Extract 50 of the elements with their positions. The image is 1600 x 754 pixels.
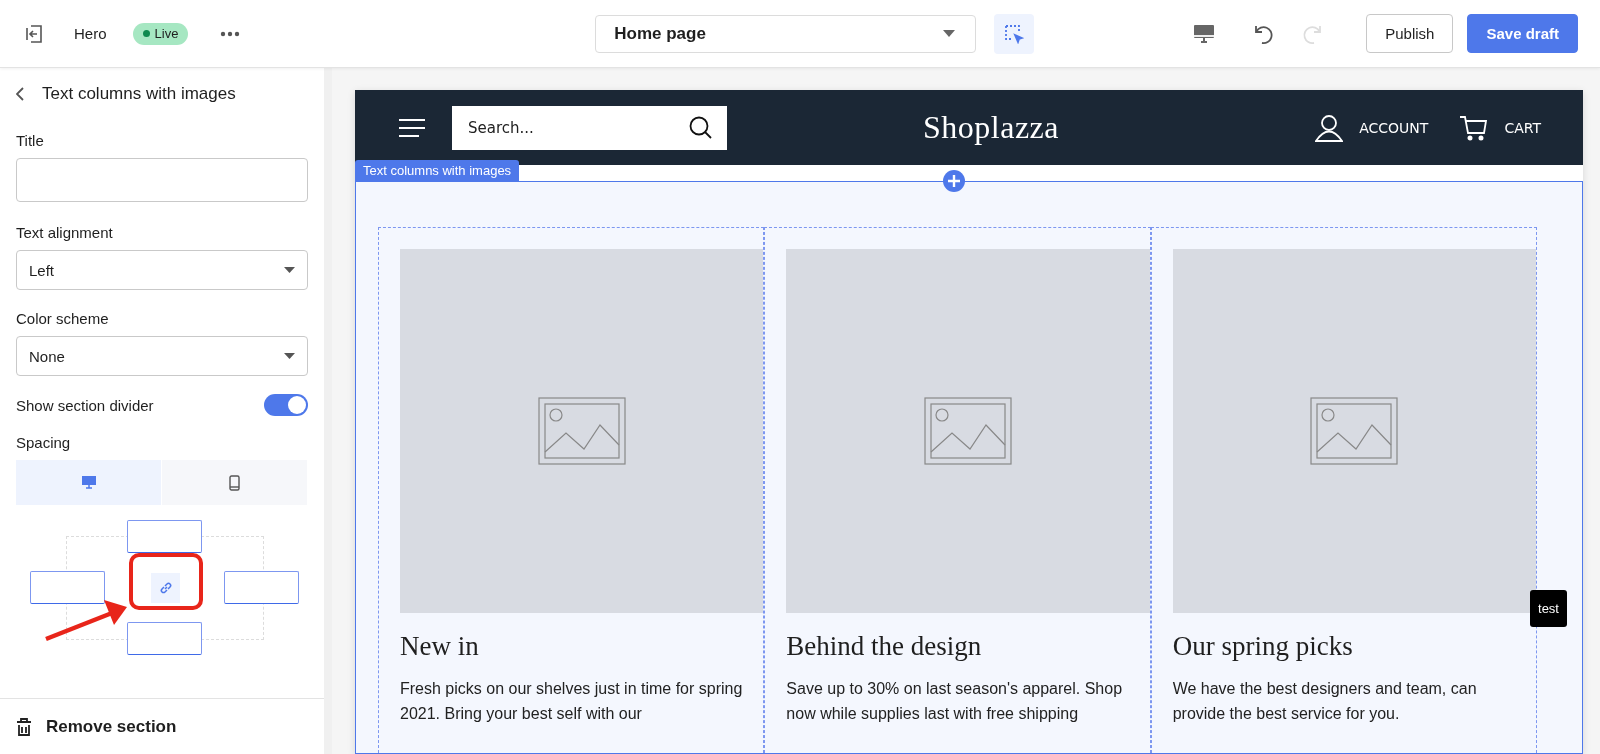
select-element-icon[interactable] [994,13,1035,54]
select-field[interactable]: Left [16,250,308,290]
panel-title: Text columns with images [42,84,236,104]
caret-icon [943,30,956,37]
bottom-spacing-field[interactable] [127,622,202,655]
column-title: Behind the design [786,631,983,662]
link-button[interactable] [151,573,180,603]
add-section-icon[interactable] [943,170,965,192]
field-label: Spacing [16,434,72,451]
column-text: Fresh picks on our shelves just in time for spring 2021. Bring your best self with our [400,679,744,724]
column-title: New in [400,631,480,662]
left-spacing-field[interactable] [30,571,105,604]
title-field[interactable] [16,158,308,202]
field-label: Color scheme [16,310,110,327]
cart-link[interactable]: CART [1460,113,1541,142]
caret-icon [284,353,295,359]
toggle-label: Show section divider [16,396,154,414]
menu-icon[interactable] [399,117,425,138]
publish-button[interactable]: Publish [1366,14,1454,53]
right-spacing-field[interactable] [224,571,299,604]
save-draft-button[interactable]: Save draft [1467,14,1578,53]
theme-name: Hero [74,25,107,42]
column-text: We have the best designers and team, can provide the best service for you. [1172,679,1478,724]
column-title: Our spring picks [1172,631,1354,662]
select-field[interactable]: None [16,336,308,376]
status-badge: Live [132,22,189,45]
image-placeholder-icon [537,397,626,465]
link-icon [158,581,173,595]
page-select[interactable]: Home page [595,14,977,53]
account-icon [1315,113,1344,142]
tooltip: test [1530,590,1567,627]
desktop-tab[interactable] [16,460,162,505]
column-text: Save up to 30% on last season's apparel. Shop now while supplies last with free shipping [786,679,1124,724]
back-icon[interactable] [16,87,24,101]
caret-icon [284,267,295,273]
top-spacing-field[interactable] [127,520,202,553]
toggle-switch[interactable] [264,394,308,416]
image-placeholder-icon [1310,397,1399,465]
trash-icon [16,717,32,736]
field-label: Text alignment [16,224,114,241]
image-placeholder-icon [924,397,1012,465]
section-tag: Text columns with images [355,160,520,181]
phone-icon [229,474,240,491]
desktop-icon [81,476,96,489]
store-logo[interactable]: Shoplazza [923,109,1059,146]
cart-icon [1460,114,1489,141]
account-link[interactable]: ACCOUNT [1315,113,1429,142]
search-icon[interactable] [689,115,713,140]
field-label: Title [16,132,45,149]
store-search-field[interactable]: Search... [452,105,727,150]
